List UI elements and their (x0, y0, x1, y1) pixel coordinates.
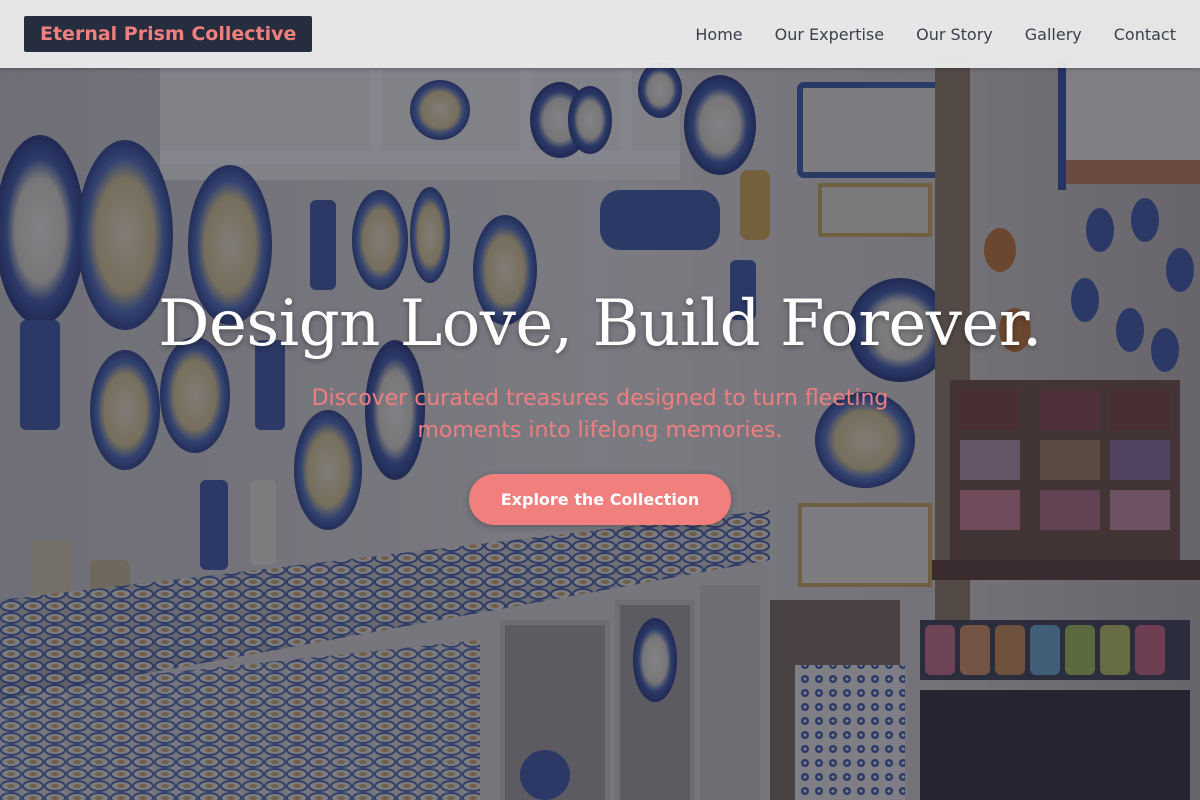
explore-collection-button[interactable]: Explore the Collection (469, 474, 731, 525)
site-header: Eternal Prism Collective Home Our Expert… (0, 0, 1200, 68)
nav-link-gallery[interactable]: Gallery (1025, 25, 1082, 44)
nav-link-our-story[interactable]: Our Story (916, 25, 993, 44)
main-navigation: Home Our Expertise Our Story Gallery Con… (695, 0, 1176, 68)
brand-logo[interactable]: Eternal Prism Collective (24, 16, 313, 52)
hero-subtitle: Discover curated treasures designed to t… (311, 386, 889, 443)
landing-page: Eternal Prism Collective Home Our Expert… (0, 0, 1200, 800)
nav-link-home[interactable]: Home (695, 25, 742, 44)
nav-link-our-expertise[interactable]: Our Expertise (775, 25, 884, 44)
hero-section: Design Love, Build Forever. Discover cur… (0, 0, 1200, 800)
hero-title: Design Love, Build Forever. (158, 287, 1042, 361)
nav-link-contact[interactable]: Contact (1114, 25, 1176, 44)
